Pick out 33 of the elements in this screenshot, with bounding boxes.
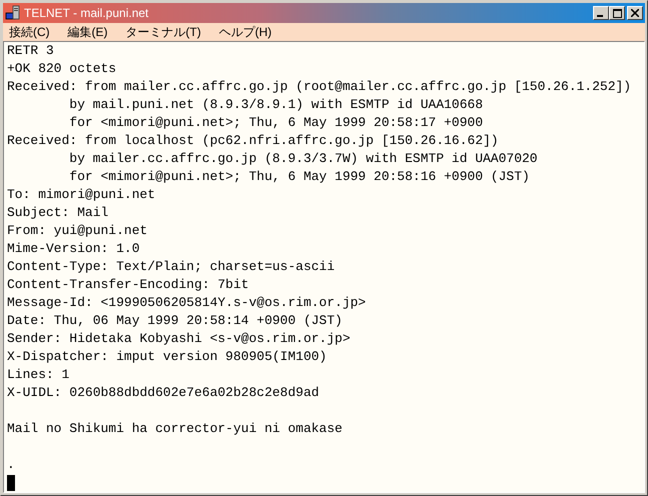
terminal-line: X-UIDL: 0260b88dbdd602e7e6a02b28c2e8d9ad (7, 384, 320, 402)
terminal-line: To: mimori@puni.net (7, 186, 156, 204)
terminal-line: by mailer.cc.affrc.go.jp (8.9.3/3.7W) with ESMTP id UAA07020 (69, 150, 538, 168)
close-button[interactable] (627, 6, 643, 20)
minimize-button[interactable] (593, 6, 609, 20)
terminal-line: +OK 820 octets (7, 60, 116, 78)
maximize-icon (612, 8, 622, 18)
menu-item[interactable]: ヘルプ(H) (217, 23, 274, 41)
close-icon (631, 9, 639, 17)
menu-item[interactable]: 編集(E) (66, 23, 110, 41)
terminal-line: Lines: 1 (7, 366, 70, 384)
terminal-line: Content-Transfer-Encoding: 7bit (7, 276, 249, 294)
terminal-line: Received: from mailer.cc.affrc.go.jp (root@mailer.cc.affrc.go.jp [150.26.1.252]) (7, 78, 632, 96)
menu-item[interactable]: ターミナル(T) (124, 23, 203, 41)
terminal-line: X-Dispatcher: imput version 980905(IM100) (7, 348, 327, 366)
terminal-line: Date: Thu, 06 May 1999 20:58:14 +0900 (JST) (7, 312, 342, 330)
terminal-line: Received: from localhost (pc62.nfri.affrc.go.jp [150.26.16.62]) (7, 132, 498, 150)
terminal-line: by mail.puni.net (8.9.3/8.9.1) with ESMTP id UAA10668 (69, 96, 483, 114)
computer-icon (5, 5, 21, 21)
terminal-line: for <mimori@puni.net>; Thu, 6 May 1999 20:58:16 +0900 (JST) (69, 168, 530, 186)
terminal-line: From: yui@puni.net (7, 222, 148, 240)
terminal-line: . (7, 456, 15, 474)
menu-item[interactable]: 接続(C) (7, 23, 52, 41)
terminal-line: Content-Type: Text/Plain; charset=us-ascii (7, 258, 335, 276)
terminal-line: Mime-Version: 1.0 (7, 240, 140, 258)
maximize-button[interactable] (609, 6, 625, 20)
terminal-line: Mail no Shikumi ha corrector-yui ni omakase (7, 420, 342, 438)
terminal-line: for <mimori@puni.net>; Thu, 6 May 1999 20:58:17 +0900 (69, 114, 483, 132)
terminal-line: RETR 3 (7, 42, 54, 60)
terminal-line: Sender: Hidetaka Kobyashi <s-v@os.rim.or.jp> (7, 330, 350, 348)
terminal-line: Subject: Mail (7, 204, 108, 222)
terminal-line: Message-Id: <19990506205814Y.s-v@os.rim.or.jp> (7, 294, 366, 312)
window-title: TELNET - mail.puni.net (24, 5, 150, 22)
